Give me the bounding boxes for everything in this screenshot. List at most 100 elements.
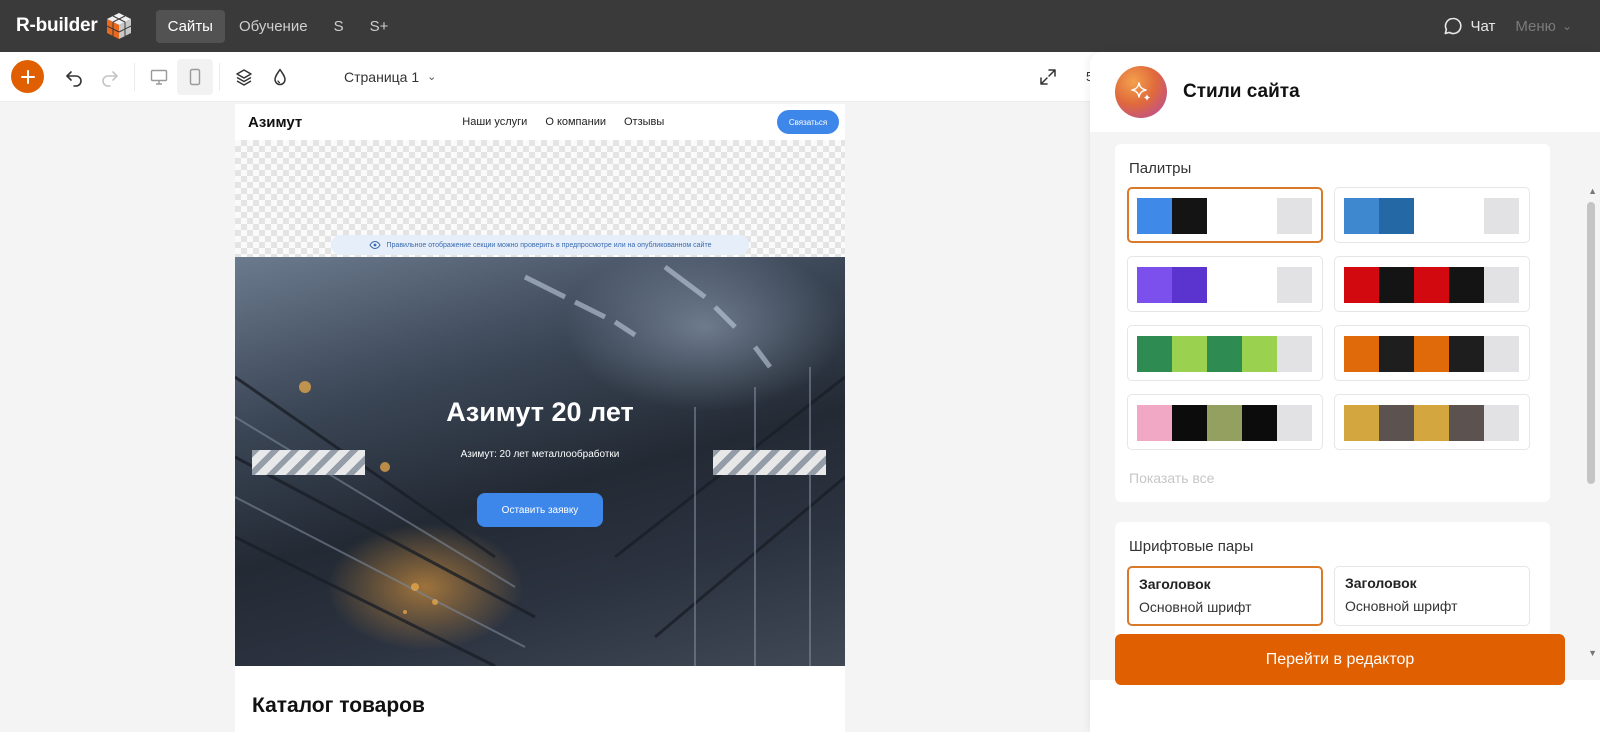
color-swatch (1242, 267, 1277, 303)
palette-swatches (1137, 405, 1312, 441)
color-swatch (1414, 267, 1449, 303)
menu-dropdown[interactable]: Меню ⌄ (1515, 18, 1572, 35)
nav-item-s-plus[interactable]: S+ (358, 10, 401, 43)
mobile-phone-icon (189, 68, 201, 85)
color-swatch (1207, 198, 1242, 234)
chat-label: Чат (1470, 17, 1496, 35)
logo-text: R-builder (16, 15, 98, 36)
color-swatch (1414, 336, 1449, 372)
nav-item-learning[interactable]: Обучение (227, 10, 320, 43)
palette-option[interactable] (1127, 394, 1323, 450)
palette-option[interactable] (1127, 325, 1323, 381)
color-swatch (1449, 336, 1484, 372)
font-pair-option[interactable]: Заголовок Основной шрифт (1127, 566, 1323, 626)
font-pair-body: Основной шрифт (1139, 599, 1252, 615)
palettes-card: Палитры Показать все (1115, 144, 1550, 502)
panel-footer (1090, 680, 1600, 732)
fullscreen-button[interactable] (1030, 59, 1066, 95)
preview-notice-text: Правильное отображение секции можно пров… (386, 241, 712, 249)
chat-button[interactable]: Чат (1443, 16, 1496, 36)
hidden-element-placeholder (252, 450, 365, 475)
palette-option[interactable] (1334, 325, 1530, 381)
eye-icon (368, 241, 381, 249)
palette-option[interactable] (1127, 187, 1323, 243)
color-swatch (1277, 198, 1312, 234)
cube-logo-icon (106, 13, 131, 39)
page-selector-label: Страница 1 (344, 68, 420, 85)
palette-swatches (1344, 405, 1519, 441)
color-swatch (1242, 405, 1277, 441)
mobile-view-button[interactable] (177, 58, 213, 95)
nav-item-s[interactable]: S (322, 10, 356, 43)
color-swatch (1242, 336, 1277, 372)
layers-button[interactable] (226, 59, 262, 95)
show-all-link[interactable]: Показать все (1129, 470, 1214, 486)
color-swatch (1484, 336, 1519, 372)
site-nav-item[interactable]: О компании (545, 116, 606, 128)
font-pair-heading: Заголовок (1139, 576, 1211, 592)
color-swatch (1172, 405, 1207, 441)
palette-option[interactable] (1334, 187, 1530, 243)
color-swatch (1344, 267, 1379, 303)
scroll-down-arrow[interactable]: ▼ (1588, 648, 1597, 658)
scroll-up-arrow[interactable]: ▲ (1588, 186, 1597, 196)
color-swatch (1137, 336, 1172, 372)
color-swatch (1484, 405, 1519, 441)
panel-title: Стили сайта (1183, 81, 1300, 102)
redo-icon (102, 70, 118, 87)
scrollbar-thumb[interactable] (1587, 202, 1595, 484)
site-nav-item[interactable]: Отзывы (624, 116, 664, 128)
toolbar-divider (219, 62, 220, 91)
device-switcher (141, 58, 213, 95)
go-to-editor-button[interactable]: Перейти в редактор (1115, 634, 1565, 685)
palettes-title: Палитры (1129, 160, 1192, 177)
panel-header: Стили сайта (1090, 52, 1600, 132)
toolbar-divider (134, 62, 135, 91)
request-button[interactable]: Оставить заявку (477, 493, 603, 527)
styles-button[interactable] (262, 59, 298, 95)
chat-bubble-icon (1444, 17, 1462, 35)
site-nav: Наши услуги О компании Отзывы (462, 116, 682, 128)
color-swatch (1172, 336, 1207, 372)
color-swatch (1277, 405, 1312, 441)
undo-button[interactable] (56, 59, 92, 95)
site-preview[interactable]: Азимут Наши услуги О компании Отзывы Свя… (235, 104, 845, 732)
font-pairs-title: Шрифтовые пары (1129, 538, 1254, 555)
site-header[interactable]: Азимут Наши услуги О компании Отзывы Свя… (235, 104, 845, 140)
palette-option[interactable] (1334, 394, 1530, 450)
desktop-view-button[interactable] (141, 59, 177, 95)
color-swatch (1242, 198, 1277, 234)
color-swatch (1484, 198, 1519, 234)
editor-canvas[interactable]: Азимут Наши услуги О компании Отзывы Свя… (0, 102, 1090, 732)
palette-option[interactable] (1334, 256, 1530, 312)
color-swatch (1172, 198, 1207, 234)
panel-scroll-area[interactable]: Палитры Показать все Шрифтовые пары Заго… (1090, 132, 1600, 680)
color-swatch (1277, 336, 1312, 372)
color-swatch (1449, 198, 1484, 234)
redo-button[interactable] (92, 59, 128, 95)
drop-icon (274, 68, 286, 85)
nav-item-sites[interactable]: Сайты (155, 9, 225, 43)
palette-option[interactable] (1127, 256, 1323, 312)
site-styles-panel: Стили сайта Палитры Показать все Шрифтов… (1090, 52, 1600, 732)
font-pair-heading: Заголовок (1345, 575, 1417, 591)
expand-icon (1040, 69, 1056, 85)
contact-button[interactable]: Связаться (777, 110, 839, 134)
page-selector[interactable]: Страница 1 ⌄ (344, 69, 436, 85)
site-brand: Азимут (248, 113, 303, 131)
main-nav: Сайты Обучение S S+ (155, 0, 403, 52)
font-pair-option[interactable]: Заголовок Основной шрифт (1334, 566, 1530, 626)
palette-swatches (1344, 267, 1519, 303)
color-swatch (1344, 336, 1379, 372)
color-swatch (1207, 336, 1242, 372)
hero-section[interactable]: Азимут 20 лет Азимут: 20 лет металлообра… (235, 257, 845, 666)
site-nav-item[interactable]: Наши услуги (462, 116, 527, 128)
add-block-button[interactable] (11, 60, 44, 93)
palette-swatches (1137, 198, 1312, 234)
color-swatch (1172, 267, 1207, 303)
color-swatch (1414, 405, 1449, 441)
color-swatch (1137, 405, 1172, 441)
logo[interactable]: R-builder (16, 11, 134, 41)
menu-label: Меню (1515, 17, 1556, 35)
color-swatch (1379, 267, 1414, 303)
